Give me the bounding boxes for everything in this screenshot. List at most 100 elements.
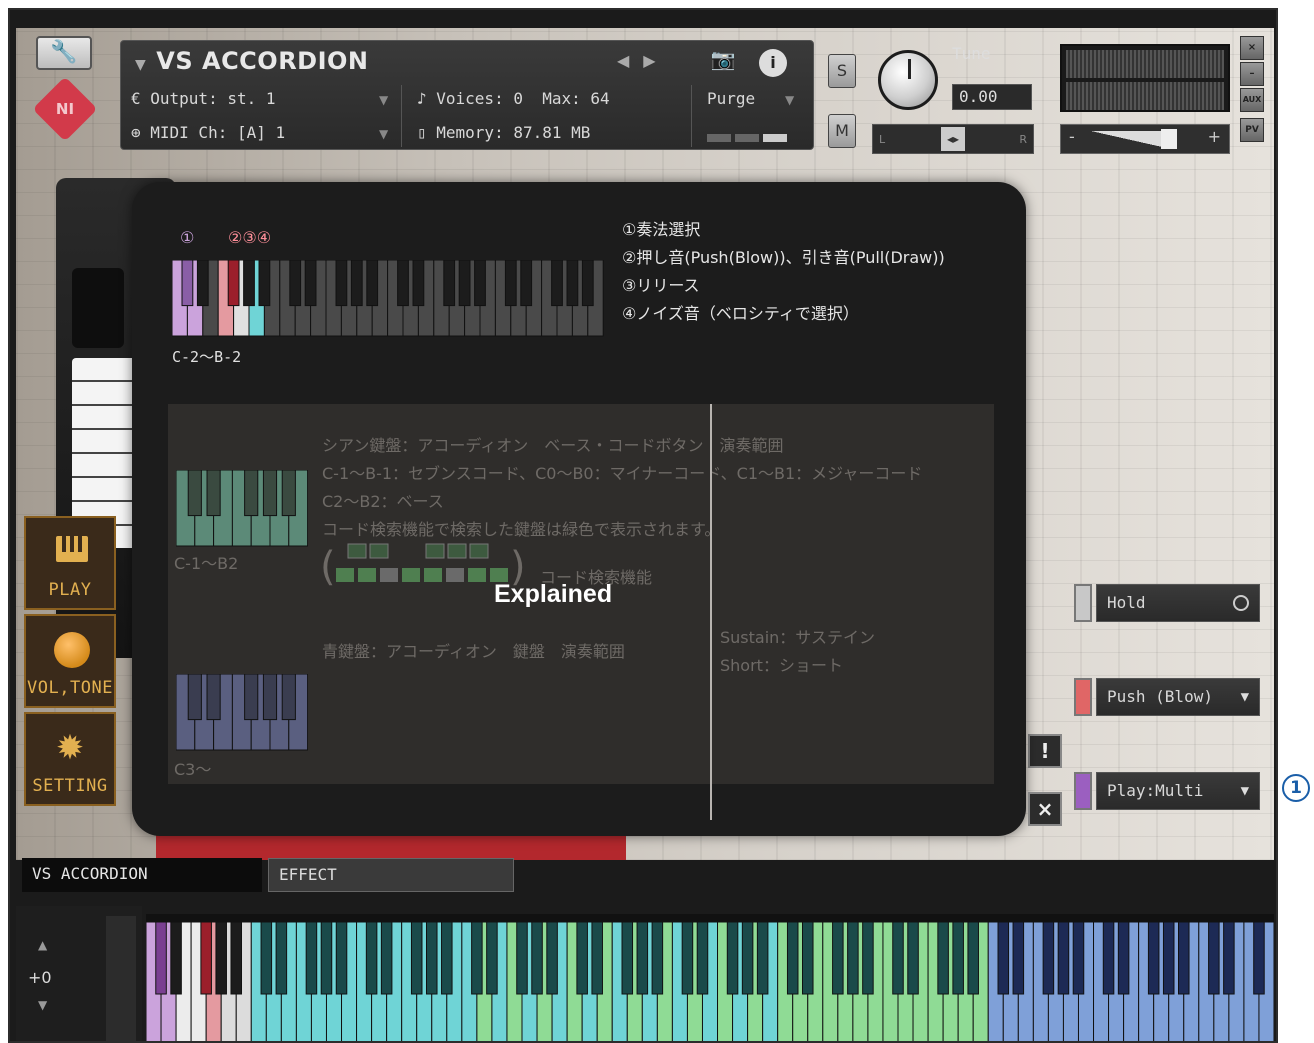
black-key [1042, 921, 1055, 995]
black-key [289, 260, 302, 307]
aux-button[interactable]: AUX [1240, 88, 1264, 112]
black-key [227, 260, 240, 307]
chord-button [380, 568, 398, 582]
midi-channel-selector[interactable]: ⊕ MIDI Ch: [A] 1 [131, 123, 285, 142]
voices-display: ♪ Voices: 0 Max: 64 [417, 89, 610, 108]
explanation-overlay: ① ②③④ C-2～B-2 ①奏法選択 ②押し音(Push(Blow))、引き音… [132, 182, 1026, 836]
memory-label: Memory: [436, 123, 504, 142]
pan-right-label: R [1019, 133, 1027, 146]
blue-title: 青鍵盤：アコーディオン 鍵盤 演奏範囲 [322, 642, 625, 661]
chord-button [347, 543, 367, 559]
black-key [243, 260, 255, 307]
play-mode-swatch [1074, 772, 1092, 810]
black-key [1012, 921, 1025, 995]
volume-ramp [1091, 131, 1171, 149]
play-nav-button[interactable]: PLAY [24, 516, 116, 610]
black-key [892, 921, 904, 995]
close-icon[interactable]: × [1240, 36, 1264, 60]
black-key [170, 921, 182, 995]
black-key [952, 921, 964, 995]
setting-nav-button[interactable]: ✹ SETTING [24, 712, 116, 806]
black-key [520, 260, 533, 307]
octave-up-icon[interactable]: ▲ [38, 938, 47, 952]
tune-value[interactable]: 0.00 [952, 84, 1032, 110]
black-key [1102, 921, 1115, 995]
black-key [1253, 921, 1265, 995]
black-key [621, 921, 634, 995]
purge-menu[interactable]: Purge [707, 89, 755, 108]
close-overlay-button[interactable]: × [1028, 792, 1062, 826]
black-key [801, 921, 814, 995]
mod-wheel[interactable] [106, 916, 136, 1041]
tab-vs-accordion[interactable]: VS ACCORDION [22, 858, 262, 892]
cyan-line-2: C2～B2：ベース [322, 492, 444, 511]
gear-icon: ✹ [55, 728, 85, 768]
explained-label: Explained [494, 580, 613, 608]
chevron-down-icon[interactable]: ▼ [785, 93, 794, 107]
instrument-name: VS ACCORDION [156, 47, 369, 75]
tab-effect[interactable]: EFFECT [268, 858, 514, 892]
volume-thumb[interactable] [1161, 129, 1177, 149]
output-value: st. 1 [227, 89, 276, 108]
info-icon[interactable]: i [759, 49, 787, 77]
main-keyboard[interactable] [146, 914, 1274, 1043]
midi-label: MIDI Ch: [150, 123, 228, 142]
black-key [531, 921, 543, 995]
black-key [566, 260, 579, 307]
max-value[interactable]: 64 [590, 89, 609, 108]
black-key [187, 470, 202, 517]
tune-label: Tune [952, 44, 991, 63]
octave-down-icon[interactable]: ▼ [38, 998, 47, 1012]
voltone-label: VOL,TONE [27, 678, 113, 698]
purge-indicator [707, 127, 791, 146]
black-key [397, 260, 409, 307]
black-key [230, 921, 243, 995]
setting-label: SETTING [32, 776, 108, 796]
play-mode-dropdown[interactable]: Play:Multi ▼ [1096, 772, 1260, 810]
black-key [155, 921, 167, 995]
prev-next-arrows[interactable]: ◀▶ [617, 51, 670, 70]
chevron-down-icon[interactable]: ▼ [379, 93, 388, 107]
legend-3: ③リリース [622, 276, 700, 295]
black-key [756, 921, 769, 995]
black-key [1162, 921, 1175, 995]
black-key [281, 470, 296, 517]
volume-slider[interactable]: - + [1060, 124, 1230, 154]
range-low-label: C-2～B-2 [172, 348, 242, 366]
pv-button[interactable]: PV [1240, 118, 1264, 142]
chord-button [446, 568, 464, 582]
hold-button[interactable]: Hold [1096, 584, 1260, 622]
pan-thumb[interactable]: ◂▸ [941, 127, 965, 151]
black-key [471, 921, 483, 995]
knob-icon [54, 632, 90, 668]
tune-knob[interactable] [878, 50, 938, 110]
chord-button [447, 543, 467, 559]
chord-button [402, 568, 420, 582]
push-blow-dropdown[interactable]: Push (Blow) ▼ [1096, 678, 1260, 716]
minimize-icon[interactable]: – [1240, 62, 1264, 86]
black-key [200, 921, 212, 995]
voltone-nav-button[interactable]: VOL,TONE [24, 614, 116, 708]
black-key [1147, 921, 1160, 995]
chord-button [336, 568, 354, 582]
camera-icon[interactable]: 📷 [699, 47, 747, 77]
instrument-header: 🔧 NI ▼ VS ACCORDION ◀▶ 📷 i € Output: st. … [16, 28, 1274, 158]
mute-button[interactable]: M [828, 114, 856, 148]
kontakt-window: 🔧 NI ▼ VS ACCORDION ◀▶ 📷 i € Output: st. … [8, 8, 1278, 1043]
divider [401, 85, 402, 147]
wrench-icon[interactable]: 🔧 [36, 36, 92, 70]
top-keyboard [172, 260, 604, 337]
alert-button[interactable]: ! [1028, 734, 1062, 768]
chevron-down-icon[interactable]: ▼ [379, 127, 388, 141]
velocity-divider-line [710, 404, 712, 820]
push-swatch [1074, 678, 1092, 716]
black-key [181, 260, 194, 307]
pan-left-label: L [879, 133, 886, 146]
solo-button[interactable]: S [828, 54, 856, 88]
short-label: Short：ショート [720, 656, 843, 675]
pan-slider[interactable]: L ◂▸ R [872, 124, 1034, 154]
output-selector[interactable]: € Output: st. 1 [131, 89, 276, 108]
instrument-title[interactable]: ▼ VS ACCORDION [135, 47, 369, 75]
black-key [504, 260, 517, 307]
chord-button [468, 568, 486, 582]
